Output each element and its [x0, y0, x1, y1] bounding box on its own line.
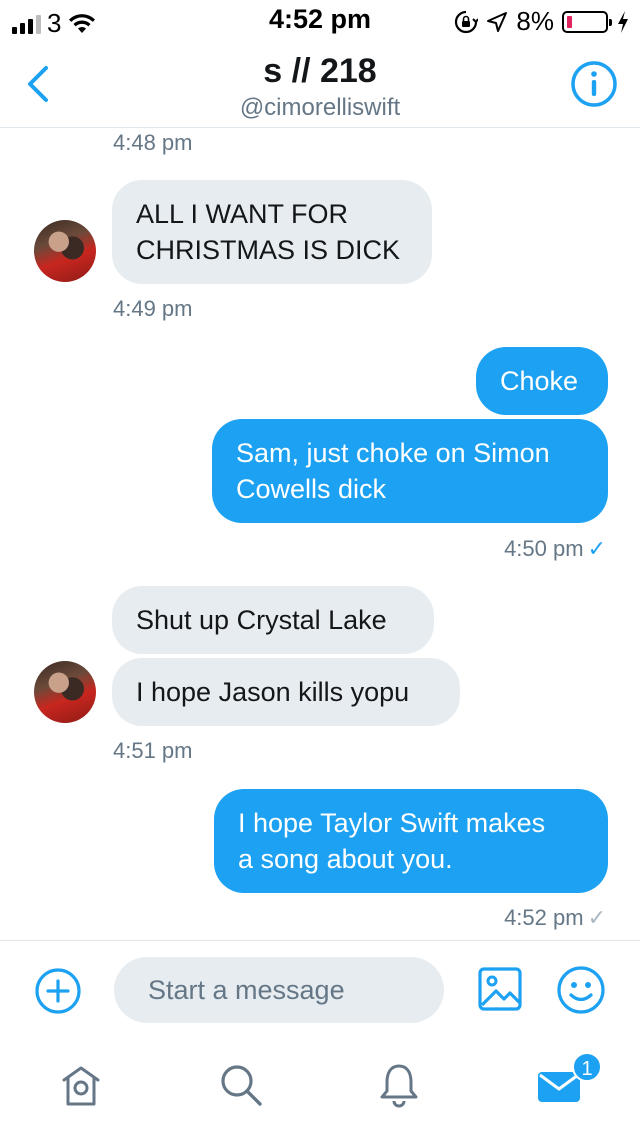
message-timestamp: 4:51 pm [113, 738, 193, 763]
message-text-line: a song about you. [238, 844, 453, 874]
image-icon[interactable] [476, 965, 524, 1013]
home-icon[interactable] [56, 1060, 106, 1110]
message-text-line: Sam, just choke on Simon [236, 438, 550, 468]
timestamp-text: 4:50 pm [504, 536, 584, 561]
status-right: 8% [454, 6, 630, 37]
message-input[interactable]: Start a message [114, 957, 444, 1023]
message-timestamp: 4:52 pm ✓ [504, 905, 606, 931]
message-text-line: Cowells dick [236, 474, 387, 504]
incoming-message-bubble[interactable]: I hope Jason kills yopu [112, 658, 460, 726]
location-icon [487, 11, 508, 32]
message-text-line: CHRISTMAS IS DICK [136, 235, 401, 265]
outgoing-message-bubble[interactable]: Choke [476, 347, 608, 415]
orientation-lock-icon [455, 10, 479, 33]
conversation-header: s // 218 @cimorelliswift [0, 40, 640, 128]
sent-check-icon: ✓ [587, 905, 606, 930]
message-timestamp: 4:50 pm ✓ [504, 536, 606, 562]
tab-bar [0, 1040, 640, 1136]
outgoing-message-bubble[interactable]: Sam, just choke on Simon Cowells dick [212, 419, 608, 523]
incoming-message-bubble[interactable]: Shut up Crystal Lake [112, 586, 434, 654]
notifications-bell-icon[interactable] [374, 1060, 424, 1110]
battery-icon [562, 10, 612, 33]
info-icon[interactable] [570, 60, 618, 108]
conversation-title[interactable]: s // 218 [0, 52, 640, 91]
message-text: Choke [500, 366, 579, 396]
messages-badge: 1 [572, 1052, 602, 1082]
message-text: Shut up Crystal Lake [136, 605, 387, 635]
read-check-icon: ✓ [587, 536, 606, 561]
battery-percent: 8% [516, 6, 554, 36]
message-timestamp: 4:49 pm [113, 296, 193, 321]
message-text: I hope Jason kills yopu [136, 677, 410, 707]
add-plus-icon[interactable] [34, 967, 82, 1015]
sender-avatar[interactable] [34, 661, 96, 723]
emoji-icon[interactable] [556, 965, 606, 1015]
message-timestamp: 4:48 pm [113, 130, 193, 155]
message-composer: Start a message [0, 940, 640, 1040]
incoming-message-bubble[interactable]: ALL I WANT FOR CHRISTMAS IS DICK [112, 180, 432, 284]
message-list[interactable]: 4:48 pm ALL I WANT FOR CHRISTMAS IS DICK… [0, 128, 640, 940]
search-icon[interactable] [216, 1060, 266, 1110]
conversation-handle[interactable]: @cimorelliswift [0, 94, 640, 122]
timestamp-text: 4:52 pm [504, 905, 584, 930]
outgoing-message-bubble[interactable]: I hope Taylor Swift makes a song about y… [214, 789, 608, 893]
sender-avatar[interactable] [34, 220, 96, 282]
message-text-line: I hope Taylor Swift makes [238, 808, 546, 838]
charging-icon [618, 10, 628, 33]
status-bar: 3 4:52 pm 8% [0, 0, 640, 40]
message-text-line: ALL I WANT FOR [136, 199, 349, 229]
